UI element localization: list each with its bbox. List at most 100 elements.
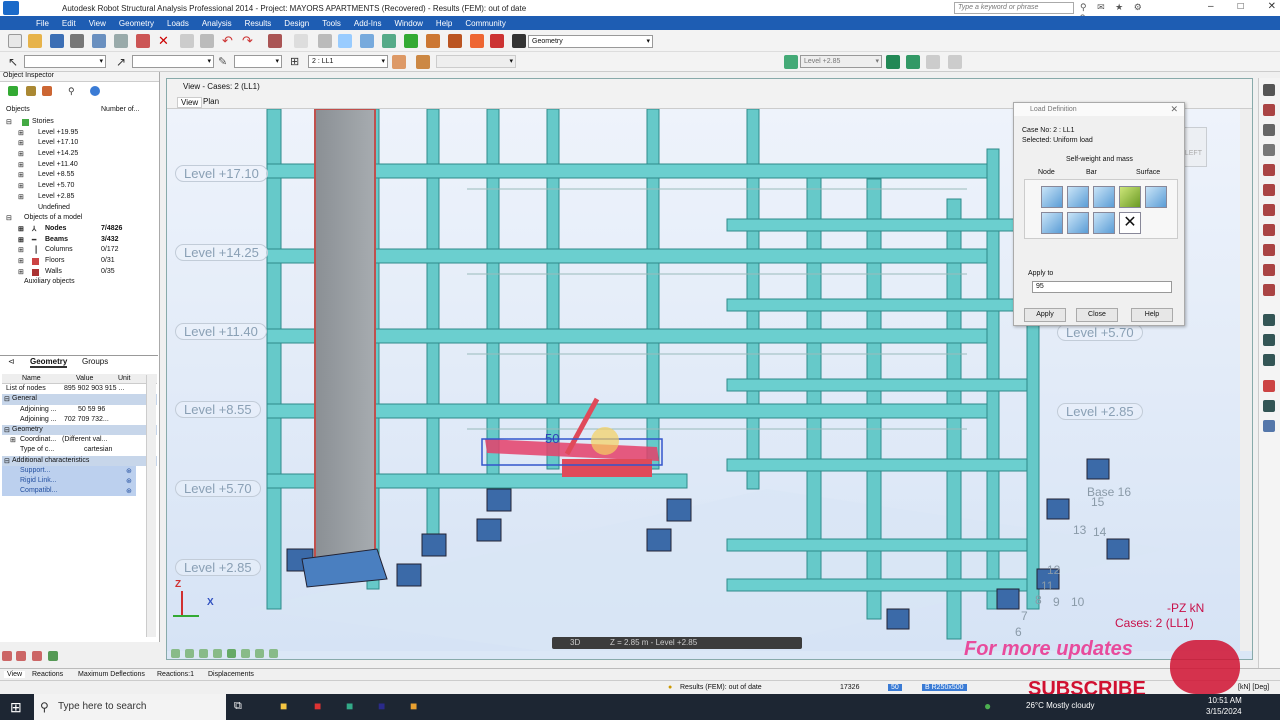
record-icon[interactable]	[136, 34, 150, 48]
tab-node[interactable]: Node	[1038, 169, 1055, 176]
side-tool-icon[interactable]	[1263, 164, 1275, 176]
tree-auxiliary[interactable]: Auxiliary objects	[0, 278, 158, 289]
side-tool-icon[interactable]	[1263, 144, 1275, 156]
menu-tools[interactable]: Tools	[322, 19, 341, 28]
close-button[interactable]: Close	[1076, 308, 1118, 322]
edge-icon[interactable]: ●	[984, 699, 991, 713]
tab-view-bottom[interactable]: View	[4, 671, 26, 678]
pan-icon[interactable]	[382, 34, 396, 48]
open-file-icon[interactable]	[28, 34, 42, 48]
results-icon[interactable]	[470, 34, 484, 48]
hydrostatic-load-icon[interactable]	[1067, 212, 1089, 234]
tools-icon[interactable]	[490, 34, 504, 48]
prop-coordinates[interactable]: ⊞ Coordinat... (Different val...	[2, 435, 157, 445]
tab-geometry[interactable]: Geometry	[30, 357, 68, 368]
view-tool-icon[interactable]	[269, 649, 278, 658]
help-button[interactable]: Help	[1131, 308, 1173, 322]
tab-reactions-1[interactable]: Reactions:1	[157, 671, 194, 678]
prop-group-geometry[interactable]: ⊟ Geometry	[2, 424, 157, 436]
menu-window[interactable]: Window	[394, 19, 422, 28]
apply-button[interactable]: Apply	[1024, 308, 1066, 322]
menu-edit[interactable]: Edit	[62, 19, 76, 28]
brush-icon[interactable]: ✎	[218, 55, 232, 69]
filter-icon[interactable]	[8, 86, 18, 96]
tree-story[interactable]: ⊞ Level +19.95	[0, 129, 158, 140]
level-combo[interactable]: Level +2.85	[800, 55, 882, 68]
menu-addins[interactable]: Add-Ins	[354, 19, 382, 28]
section-combo[interactable]	[234, 55, 282, 68]
side-tool-icon[interactable]	[1263, 380, 1275, 392]
bottom-tool-icon[interactable]	[2, 651, 12, 661]
story-up-icon[interactable]	[886, 55, 900, 69]
tree-story[interactable]: ⊞ Level +5.70	[0, 182, 158, 193]
tab-reactions[interactable]: Reactions	[32, 671, 63, 678]
menu-results[interactable]: Results	[245, 19, 272, 28]
tab-surface[interactable]: Surface	[1136, 169, 1160, 176]
side-tool-icon[interactable]	[1263, 264, 1275, 276]
uniform-load-icon[interactable]	[1041, 186, 1063, 208]
side-tool-icon[interactable]	[1263, 284, 1275, 296]
task-view-icon[interactable]: ⧉	[234, 700, 242, 713]
menu-file[interactable]: File	[36, 19, 49, 28]
new-file-icon[interactable]	[8, 34, 22, 48]
view-nav-bar[interactable]: 3D Z = 2.85 m - Level +2.85	[552, 637, 802, 649]
point-load-icon[interactable]	[1145, 186, 1167, 208]
search-icon[interactable]: ⚲	[68, 86, 78, 96]
print-icon[interactable]	[70, 34, 84, 48]
side-tool-icon[interactable]	[1263, 184, 1275, 196]
file-explorer-icon[interactable]: ■	[280, 699, 287, 713]
status-section[interactable]: B R250x500	[922, 684, 967, 691]
tab-displacements[interactable]: Displacements	[208, 671, 254, 678]
prop-compatible[interactable]: Compatibl... ⊛	[2, 486, 136, 497]
menu-geometry[interactable]: Geometry	[119, 19, 154, 28]
prop-type[interactable]: Type of c... cartesian	[2, 445, 157, 455]
menu-analysis[interactable]: Analysis	[202, 19, 232, 28]
apply-to-input[interactable]: 95	[1032, 281, 1172, 293]
premiere-icon[interactable]: ■	[378, 699, 385, 713]
case-prev-icon[interactable]	[392, 55, 406, 69]
side-tool-icon[interactable]	[1263, 420, 1275, 432]
side-tool-icon[interactable]	[1263, 314, 1275, 326]
tree-model[interactable]: ⊟ Objects of a model	[0, 214, 158, 225]
loads-icon[interactable]	[426, 34, 440, 48]
linear-load-icon[interactable]	[1093, 186, 1115, 208]
copy-icon[interactable]	[180, 34, 194, 48]
tab-bar[interactable]: Bar	[1086, 169, 1097, 176]
tree-story[interactable]: ⊞ Level +2.85	[0, 193, 158, 204]
tree-floors[interactable]: ⊞ Floors 0/31	[0, 257, 158, 268]
menu-community[interactable]: Community	[465, 19, 505, 28]
layout-selector-icon[interactable]	[512, 34, 526, 48]
windows-start-icon[interactable]: ⊞	[10, 699, 22, 716]
tab-max-deflections[interactable]: Maximum Deflections	[78, 671, 145, 678]
prop-group-additional[interactable]: ⊟ Additional characteristics	[2, 455, 157, 466]
sort-icon[interactable]	[26, 86, 36, 96]
side-tool-icon[interactable]	[1263, 124, 1275, 136]
side-tool-icon[interactable]	[1263, 334, 1275, 346]
tree-story[interactable]: ⊞ Level +11.40	[0, 161, 158, 172]
analysis-icon[interactable]	[448, 34, 462, 48]
story-settings-icon[interactable]	[948, 55, 962, 69]
prop-adjoining[interactable]: Adjoining ... 702 709 732...	[2, 415, 157, 425]
robot-taskbar-icon[interactable]: ■	[410, 699, 417, 713]
undo-icon[interactable]: ↶	[222, 34, 236, 48]
delete-icon[interactable]: ✕	[158, 34, 172, 48]
view-tool-icon[interactable]	[241, 649, 250, 658]
side-tool-icon[interactable]	[1263, 104, 1275, 116]
close-icon[interactable]: ✕	[1170, 104, 1178, 115]
prop-group-general[interactable]: ⊟ General	[2, 394, 157, 405]
view-tool-icon[interactable]	[255, 649, 264, 658]
zoom-icon[interactable]	[338, 34, 352, 48]
minimize-icon[interactable]: –	[1208, 1, 1214, 12]
search-input[interactable]: Type a keyword or phrase	[954, 2, 1074, 14]
thermal-load-icon[interactable]	[1093, 212, 1115, 234]
menu-help[interactable]: Help	[436, 19, 452, 28]
story-down-icon[interactable]	[906, 55, 920, 69]
export-icon[interactable]	[92, 34, 106, 48]
menu-design[interactable]: Design	[284, 19, 309, 28]
case-combo[interactable]: 2 : LL1	[308, 55, 388, 68]
status-node[interactable]: 50	[888, 684, 902, 691]
filter-combo[interactable]	[132, 55, 214, 68]
help-toolbar-icons[interactable]: ⚲ ✉ ★ ⚙ ?	[1080, 2, 1160, 23]
app-icon[interactable]: ■	[346, 699, 353, 713]
calc-icon[interactable]	[294, 34, 308, 48]
